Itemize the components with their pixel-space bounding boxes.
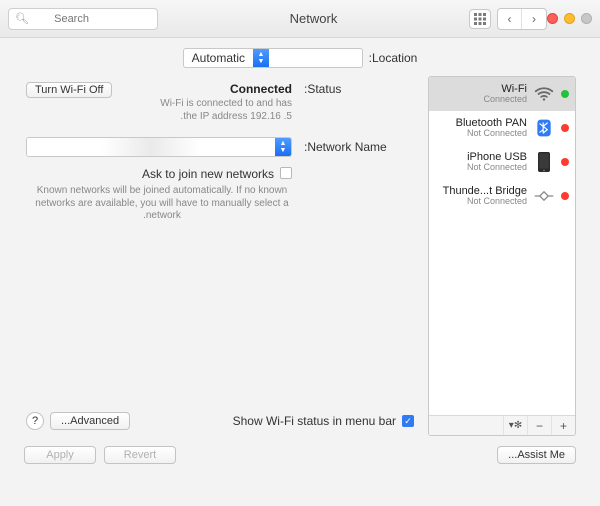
location-row: Location: Automatic ▲▼ (0, 38, 600, 76)
sidebar-item-wifi[interactable]: Wi-Fi Connected (429, 77, 575, 111)
sidebar-item-text: Bluetooth PAN Not Connected (456, 117, 527, 139)
status-dot-icon (561, 192, 569, 200)
sidebar-item-status: Connected (483, 95, 527, 105)
status-dot-icon (561, 124, 569, 132)
window-controls (547, 13, 592, 24)
advanced-button[interactable]: Advanced... (50, 412, 130, 430)
advanced-group: Advanced... ? (26, 412, 130, 430)
sidebar-footer-spacer (429, 416, 503, 435)
sidebar-item-text: Wi-Fi Connected (483, 83, 527, 105)
search-field[interactable]: 🔍︎ (8, 8, 158, 30)
status-value-col: Connected Wi-Fi is connected to and has … (124, 82, 292, 123)
ask-to-join-row: Ask to join new networks (26, 167, 292, 181)
chevron-updown-icon: ▲▼ (275, 138, 291, 156)
sidebar-item-bluetooth-pan[interactable]: Bluetooth PAN Not Connected (429, 111, 575, 145)
nav-forward-button[interactable]: › (498, 9, 522, 29)
bottom-button-row: Assist Me... Revert Apply (0, 436, 600, 474)
location-label: Location: (369, 51, 418, 65)
interfaces-sidebar: Wi-Fi Connected Bluetooth PAN Not Connec… (428, 76, 576, 436)
sidebar-footer: + − ✻▾ (429, 415, 575, 435)
network-name-value (27, 138, 275, 156)
close-window-button[interactable] (547, 13, 558, 24)
network-name-row: Network Name: ▲▼ (26, 137, 414, 157)
iphone-icon (533, 151, 555, 173)
add-interface-button[interactable]: + (551, 416, 575, 435)
search-icon: 🔍︎ (15, 12, 29, 25)
interface-actions-button[interactable]: ✻▾ (503, 416, 527, 435)
sidebar-item-status: Not Connected (443, 197, 527, 207)
detail-panel: Status: Connected Wi-Fi is connected to … (24, 76, 416, 436)
titlebar: ‹ › Network 🔍︎ (0, 0, 600, 38)
ask-to-join-checkbox[interactable] (280, 167, 292, 179)
help-button[interactable]: ? (26, 412, 44, 430)
sidebar-item-thunderbolt-bridge[interactable]: Thunde...t Bridge Not Connected (429, 179, 575, 213)
minimize-window-button[interactable] (564, 13, 575, 24)
apply-button[interactable]: Apply (24, 446, 96, 464)
wifi-icon (533, 83, 555, 105)
sidebar-item-iphone-usb[interactable]: iPhone USB Not Connected (429, 145, 575, 179)
status-label: Status: (304, 82, 414, 96)
thunderbolt-bridge-icon (533, 185, 555, 207)
chevron-updown-icon: ▲▼ (253, 49, 269, 67)
main-area: Wi-Fi Connected Bluetooth PAN Not Connec… (0, 76, 600, 436)
status-value: Connected (124, 82, 292, 96)
status-row: Status: Connected Wi-Fi is connected to … (26, 82, 414, 123)
show-menu-label: Show Wi-Fi status in menu bar (233, 414, 396, 428)
nav-back-button[interactable]: ‹ (522, 9, 546, 29)
sidebar-item-text: Thunde...t Bridge Not Connected (443, 185, 527, 207)
toolbar-nav: ‹ › (469, 8, 547, 30)
status-dot-icon (561, 158, 569, 166)
assist-me-button[interactable]: Assist Me... (497, 446, 576, 464)
show-all-button[interactable] (469, 9, 491, 29)
grid-icon (474, 13, 486, 25)
location-value: Automatic (184, 51, 253, 65)
sidebar-item-status: Not Connected (456, 129, 527, 139)
turn-wifi-off-button[interactable]: Turn Wi-Fi Off (26, 82, 112, 98)
network-name-label: Network Name: (304, 140, 414, 154)
interfaces-list: Wi-Fi Connected Bluetooth PAN Not Connec… (429, 77, 575, 415)
zoom-window-button[interactable] (581, 13, 592, 24)
status-subtext: Wi-Fi is connected to and has the IP add… (124, 98, 292, 123)
ask-to-join-description: Known networks will be joined automatica… (32, 185, 292, 223)
nav-segment: ‹ › (497, 8, 547, 30)
window-title: Network (158, 11, 469, 26)
show-menu-checkbox[interactable]: ✓ (402, 415, 414, 427)
sidebar-item-status: Not Connected (467, 163, 527, 173)
revert-button[interactable]: Revert (104, 446, 176, 464)
location-select[interactable]: Automatic ▲▼ (183, 48, 363, 68)
sidebar-item-text: iPhone USB Not Connected (467, 151, 527, 173)
search-input[interactable] (29, 13, 89, 25)
status-dot-icon (561, 90, 569, 98)
detail-footer: ✓ Show Wi-Fi status in menu bar Advanced… (26, 404, 414, 430)
network-name-select[interactable]: ▲▼ (26, 137, 292, 157)
remove-interface-button[interactable]: − (527, 416, 551, 435)
bluetooth-icon (533, 117, 555, 139)
network-name-select-wrap: ▲▼ (26, 137, 292, 157)
ask-to-join-label: Ask to join new networks (142, 167, 274, 181)
show-menu-row: ✓ Show Wi-Fi status in menu bar (233, 414, 414, 428)
